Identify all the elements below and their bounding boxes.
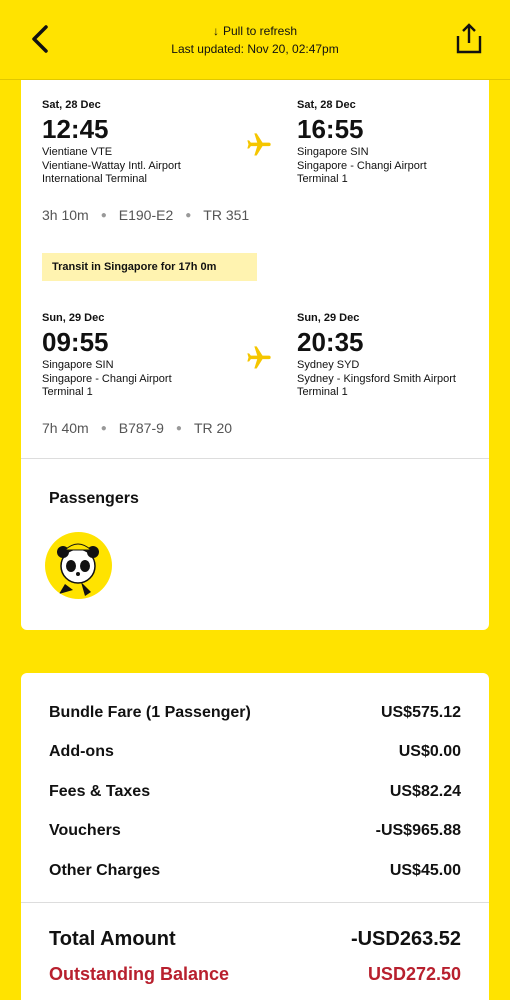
transit-banner: Transit in Singapore for 17h 0m <box>42 253 257 281</box>
aircraft-type: E190-E2 <box>118 207 174 223</box>
separator-dot: ● <box>100 210 107 222</box>
flight-meta: 7h 40m ● B787-9 ● TR 20 <box>42 419 232 438</box>
arrival-city: Singapore SIN <box>297 146 369 158</box>
aircraft-type: B787-9 <box>118 420 164 436</box>
divider <box>21 902 489 903</box>
outstanding-label: Outstanding Balance <box>49 964 230 984</box>
total-label: Total Amount <box>49 928 176 950</box>
arrival-time: 16:55 <box>297 114 364 144</box>
arrival-airport: Sydney - Kingsford Smith Airport <box>297 372 456 385</box>
arrival-info: Sat, 28 Dec 16:55 Singapore SIN Singapor… <box>297 98 497 187</box>
departure-terminal: Terminal 1 <box>42 386 93 398</box>
passenger-avatar[interactable] <box>45 532 112 599</box>
fare-label: Vouchers <box>49 822 121 839</box>
separator-dot: ● <box>185 210 192 222</box>
arrival-terminal: Terminal 1 <box>297 173 348 185</box>
departure-info: Sat, 28 Dec 12:45 Vientiane VTE Vientian… <box>42 98 242 187</box>
refresh-status: ↓ Pull to refresh Last updated: Nov 20, 0… <box>0 22 510 58</box>
fare-value: US$45.00 <box>389 862 461 879</box>
pull-to-refresh-label: Pull to refresh <box>222 24 298 38</box>
divider <box>21 458 489 459</box>
share-icon <box>456 23 482 54</box>
departure-info: Sun, 29 Dec 09:55 Singapore SIN Singapor… <box>42 311 242 400</box>
fare-value: US$575.12 <box>380 704 461 721</box>
fare-label: Fees & Taxes <box>49 783 151 800</box>
flight-duration: 7h 40m <box>42 420 89 436</box>
departure-city: Singapore SIN <box>42 359 114 371</box>
passengers-title: Passengers <box>49 490 139 507</box>
arrival-city: Sydney SYD <box>297 359 360 371</box>
flight-duration: 3h 10m <box>42 207 89 223</box>
panda-mascot-icon <box>57 543 99 596</box>
flight-meta: 3h 10m ● E190-E2 ● TR 351 <box>42 206 249 225</box>
fare-value: US$0.00 <box>398 743 461 760</box>
arrival-date: Sat, 28 Dec <box>297 99 356 111</box>
fare-summary-card: Bundle Fare (1 Passenger) US$575.12 Add-… <box>21 673 489 1000</box>
last-updated-label: Last updated: Nov 20, 02:47pm <box>171 42 339 56</box>
departure-airport: Singapore - Changi Airport <box>42 372 172 385</box>
fare-label: Add-ons <box>49 743 114 760</box>
top-bar: ↓ Pull to refresh Last updated: Nov 20, 0… <box>0 0 510 80</box>
fare-value: -US$965.88 <box>375 822 461 839</box>
fare-label: Other Charges <box>49 862 161 879</box>
departure-time: 09:55 <box>42 327 109 357</box>
fare-value: US$82.24 <box>389 783 461 800</box>
departure-terminal: International Terminal <box>42 173 147 185</box>
departure-city: Vientiane VTE <box>42 146 113 158</box>
flight-number: TR 351 <box>203 207 250 223</box>
arrival-airport: Singapore - Changi Airport <box>297 159 427 172</box>
outstanding-value: USD272.50 <box>367 964 461 984</box>
fare-label: Bundle Fare (1 Passenger) <box>49 704 251 721</box>
departure-airport: Vientiane-Wattay Intl. Airport <box>42 159 181 172</box>
itinerary-card: Sat, 28 Dec 12:45 Vientiane VTE Vientian… <box>21 80 489 630</box>
share-button[interactable] <box>454 22 484 56</box>
arrival-time: 20:35 <box>297 327 364 357</box>
departure-date: Sun, 29 Dec <box>42 312 105 324</box>
departure-time: 12:45 <box>42 114 109 144</box>
separator-dot: ● <box>100 423 107 435</box>
total-value: -USD263.52 <box>350 928 461 950</box>
plane-icon <box>247 133 271 156</box>
arrival-date: Sun, 29 Dec <box>297 312 360 324</box>
arrival-terminal: Terminal 1 <box>297 386 348 398</box>
arrival-info: Sun, 29 Dec 20:35 Sydney SYD Sydney - Ki… <box>297 311 497 400</box>
separator-dot: ● <box>175 423 182 435</box>
plane-icon <box>247 346 271 369</box>
departure-date: Sat, 28 Dec <box>42 99 101 111</box>
down-arrow-icon: ↓ <box>212 24 219 38</box>
flight-number: TR 20 <box>193 420 233 436</box>
